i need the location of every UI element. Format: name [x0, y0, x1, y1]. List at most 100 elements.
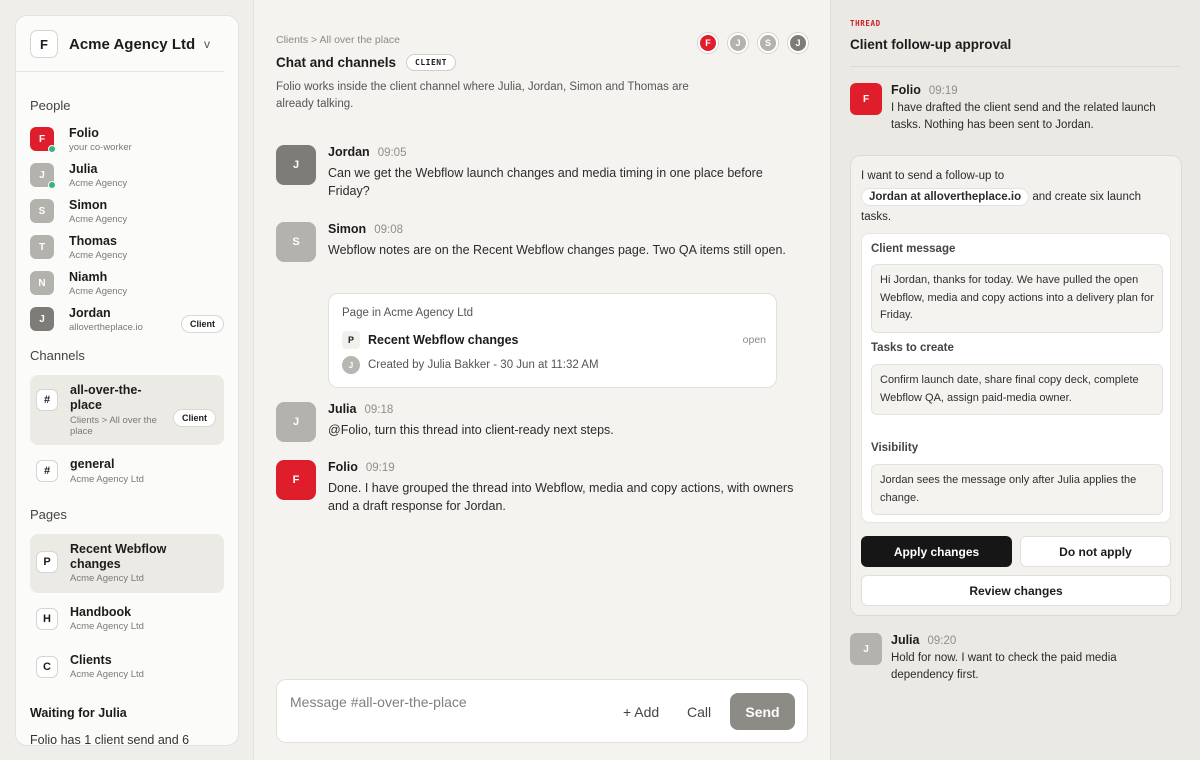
channel-all-over-the-place[interactable]: # all-over-the-place Clients > All over t…	[30, 375, 224, 445]
person-name: Thomas	[69, 234, 117, 248]
message: S Simon 09:08 Webflow notes are on the Re…	[276, 222, 798, 262]
person-niamh[interactable]: N Niamh Acme Agency	[16, 270, 238, 306]
pages-section-title: Pages	[30, 506, 67, 522]
avatar: J	[30, 163, 56, 189]
person-jordan[interactable]: J Jordan allovertheplace.io Client	[16, 306, 238, 342]
page-card[interactable]: Page in Acme Agency Ltd P Recent Webflow…	[328, 293, 777, 388]
client-message-label: Client message	[871, 243, 956, 255]
client-badge: Client	[172, 408, 216, 427]
page-icon: C	[36, 655, 58, 678]
tasks-text: Confirm launch date, share final copy de…	[871, 364, 1163, 416]
visibility-text: Jordan sees the message only after Julia…	[871, 464, 1163, 516]
message-time: 09:08	[374, 224, 403, 236]
review-changes-button[interactable]: Review changes	[861, 575, 1171, 606]
page-sub: Acme Agency Ltd	[70, 621, 144, 633]
message-author: Folio	[891, 83, 921, 97]
message-time: 09:20	[927, 635, 957, 647]
client-message-text: Hi Jordan, thanks for today. We have pul…	[871, 264, 1163, 333]
workspace-switcher[interactable]: F Acme Agency Ltd v	[16, 16, 224, 72]
sidebar: F Acme Agency Ltd v People F Folio your c…	[15, 15, 239, 746]
page-name: Recent Webflow changes	[70, 541, 167, 571]
channels-section-title: Channels	[30, 348, 85, 363]
recipient-chip: Jordan at allovertheplace.io	[861, 187, 1030, 206]
send-button[interactable]: Send	[730, 693, 795, 730]
channel-general[interactable]: # general Acme Agency Ltd	[30, 449, 224, 493]
add-button[interactable]: + Add	[623, 704, 659, 720]
apply-changes-button[interactable]: Apply changes	[861, 536, 1012, 567]
avatar: S	[758, 33, 778, 53]
avatar: S	[30, 199, 54, 223]
person-simon[interactable]: S Simon Acme Agency	[16, 198, 238, 234]
hash-icon: #	[36, 389, 58, 411]
person-sub: Acme Agency	[69, 250, 128, 261]
avatar: N	[30, 271, 54, 295]
message-text: Done. I have grouped the thread into Web…	[328, 481, 794, 514]
page-clients[interactable]: C Clients Acme Agency Ltd	[30, 645, 224, 689]
message-text: I have drafted the client send and the r…	[891, 102, 1156, 132]
breadcrumb[interactable]: Clients > All over the place	[276, 34, 400, 46]
thread-message: F Folio 09:19 I have drafted the client s…	[850, 83, 1181, 135]
message-text: Hold for now. I want to check the paid m…	[891, 652, 1117, 682]
do-not-apply-button[interactable]: Do not apply	[1020, 536, 1171, 567]
message: J Julia 09:18 @Folio, turn this thread in…	[276, 402, 798, 442]
message-author: Simon	[328, 222, 367, 236]
person-name: Folio	[69, 126, 99, 140]
channel-name: all-over-the-place	[70, 383, 142, 412]
message-time: 09:19	[928, 85, 958, 97]
page-recent-webflow-changes[interactable]: P Recent Webflow changes Acme Agency Ltd	[30, 533, 224, 593]
page-sub: Acme Agency Ltd	[70, 669, 144, 681]
call-button[interactable]: Call	[687, 704, 711, 720]
message-text: Can we get the Webflow launch changes an…	[328, 166, 763, 199]
person-sub: Acme Agency	[69, 286, 128, 297]
proposal-details: Client message Hi Jordan, thanks for tod…	[861, 233, 1171, 523]
thread-message: J Julia 09:20 Hold for now. I want to che…	[850, 633, 1181, 685]
avatar: F	[30, 127, 56, 153]
message-text: @Folio, turn this thread into client-rea…	[328, 423, 614, 437]
workspace-logo: F	[30, 30, 58, 58]
page-icon: H	[36, 607, 58, 630]
sidebar-region: F Acme Agency Ltd v People F Folio your c…	[0, 0, 254, 760]
avatar: J	[30, 307, 54, 331]
message-time: 09:05	[377, 147, 407, 159]
thread-label: THREAD	[850, 19, 881, 28]
waiting-text: Folio has 1 client send and 6 tasks held…	[30, 733, 190, 746]
online-indicator	[48, 145, 56, 153]
avatar: F	[698, 33, 718, 53]
message-author: Julia	[328, 402, 357, 416]
page-icon: P	[36, 550, 58, 573]
page-name: Handbook	[70, 604, 132, 619]
person-sub: Acme Agency	[69, 214, 128, 225]
person-sub: Acme Agency	[69, 178, 128, 189]
page-card-title: Recent Webflow changes	[368, 333, 519, 347]
page-icon: P	[342, 331, 360, 349]
open-link[interactable]: open	[743, 334, 766, 346]
person-julia[interactable]: J Julia Acme Agency	[16, 162, 238, 198]
person-name: Simon	[69, 198, 108, 212]
channel-description: Folio works inside the client channel wh…	[276, 81, 689, 111]
message-author: Folio	[328, 460, 358, 474]
online-indicator	[48, 181, 56, 189]
person-name: Jordan	[69, 306, 111, 320]
message: F Folio 09:19 Done. I have grouped the th…	[276, 460, 798, 516]
thread-title: Client follow-up approval	[850, 37, 1012, 52]
page-title: Chat and channels	[276, 55, 397, 70]
page-handbook[interactable]: H Handbook Acme Agency Ltd	[30, 597, 224, 641]
person-name: Julia	[69, 162, 98, 176]
thread-panel: THREAD Client follow-up approval F Folio…	[830, 0, 1200, 760]
pages-list: P Recent Webflow changes Acme Agency Ltd …	[16, 533, 238, 689]
message-composer: + Add Call Send	[276, 679, 808, 743]
page-sub: Acme Agency Ltd	[70, 573, 144, 585]
presence-avatars[interactable]: F J S J	[688, 33, 808, 53]
message-time: 09:19	[365, 462, 395, 474]
divider	[850, 66, 1180, 67]
channel-sub: Clients > All over the place	[70, 414, 157, 437]
client-badge: Client	[180, 315, 224, 333]
person-folio[interactable]: F Folio your co-worker	[16, 126, 238, 162]
waiting-title: Waiting for Julia	[30, 706, 127, 721]
person-thomas[interactable]: T Thomas Acme Agency	[16, 234, 238, 270]
people-section-title: People	[30, 98, 71, 113]
page-card-header: Page in Acme Agency Ltd	[342, 307, 474, 319]
message-text: Webflow notes are on the Recent Webflow …	[328, 243, 786, 257]
avatar: J	[342, 356, 360, 374]
message-input[interactable]	[290, 694, 590, 710]
